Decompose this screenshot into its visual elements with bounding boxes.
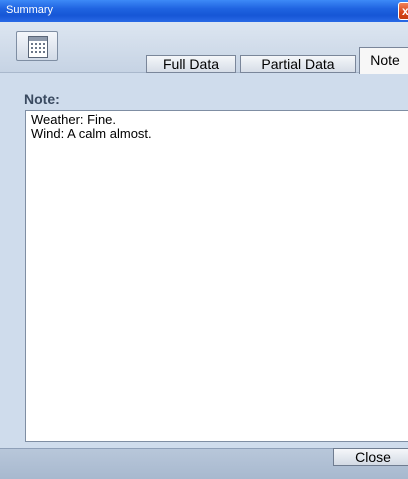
tab-partial-data[interactable]: Partial Data — [240, 55, 356, 73]
window-close-icon[interactable]: x — [398, 2, 408, 20]
close-button[interactable]: Close — [333, 448, 408, 466]
note-textarea[interactable]: Weather: Fine. Wind: A calm almost. — [25, 110, 408, 442]
summary-window: Summary x Full Data Partial Data Note No… — [0, 0, 408, 479]
window-title: Summary — [6, 4, 54, 16]
note-line-wind: Wind: A calm almost. — [31, 126, 152, 141]
note-label: Note: — [24, 91, 60, 107]
tab-full-data[interactable]: Full Data — [146, 55, 236, 73]
calendar-button[interactable] — [16, 31, 58, 61]
calendar-icon — [28, 36, 48, 58]
tab-note[interactable]: Note — [359, 47, 408, 74]
title-bar[interactable]: Summary x — [0, 0, 408, 22]
note-line-weather: Weather: Fine. — [31, 112, 117, 127]
